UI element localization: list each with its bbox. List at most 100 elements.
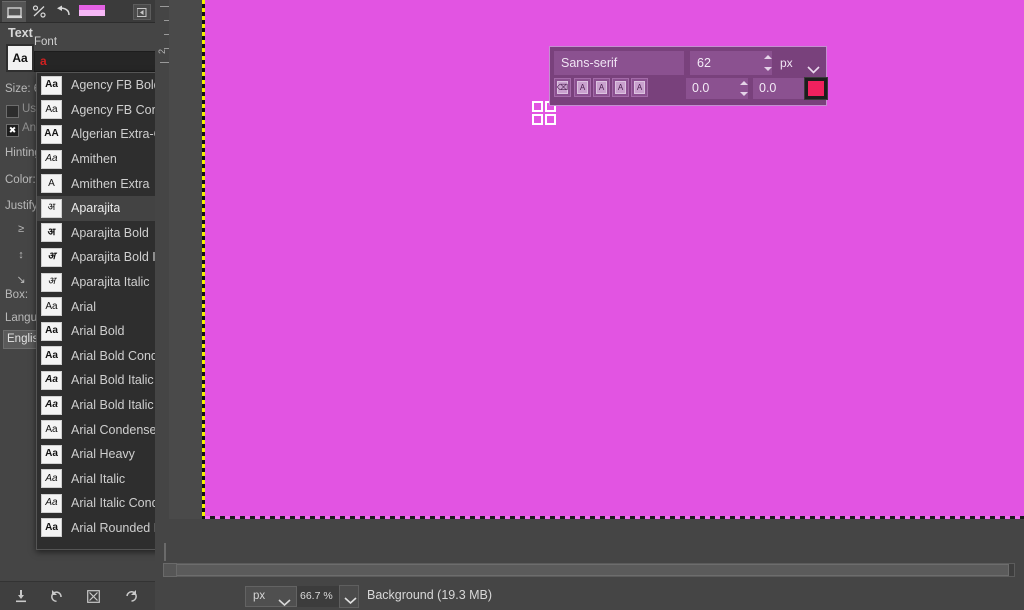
- reset-tool-options-icon[interactable]: [122, 588, 140, 604]
- font-preview-swatch: Aa: [41, 494, 62, 513]
- font-list-item-label: Arial: [71, 300, 96, 314]
- dock-bottom-bar: [0, 581, 155, 610]
- font-selector: Font a: [30, 36, 160, 72]
- status-message: Background (19.3 MB): [367, 588, 492, 602]
- font-preview-swatch: अ: [41, 248, 62, 267]
- device-status-icon: [7, 6, 22, 19]
- scrollbar-corner[interactable]: [163, 563, 177, 577]
- vertical-ruler[interactable]: 2: [155, 0, 170, 519]
- baseline-field[interactable]: 0.0: [686, 78, 748, 99]
- language-field[interactable]: Englis: [3, 330, 38, 349]
- dock-tab-bar: [0, 0, 155, 23]
- dock-menu-icon: [137, 8, 147, 17]
- vertical-scrollbar-stub[interactable]: [164, 543, 166, 561]
- antialiasing-checkbox[interactable]: ✖: [6, 124, 19, 137]
- font-preview-swatch: Aa: [41, 396, 62, 415]
- status-bar: px 66.7 % Background (19.3 MB): [155, 585, 1024, 609]
- dock-tab-device-status[interactable]: [2, 1, 26, 22]
- colormap-icon: [79, 4, 105, 18]
- canvas-edge-left: [202, 0, 205, 519]
- font-list-item-label: Amithen: [71, 152, 117, 166]
- text-font-size-field[interactable]: 62: [690, 51, 772, 75]
- text-size-unit-select[interactable]: px: [780, 51, 822, 75]
- use-editor-checkbox[interactable]: [6, 105, 19, 118]
- strikethrough-button[interactable]: A: [631, 78, 648, 97]
- font-list-item-label: Arial Bold Italic: [71, 373, 154, 387]
- italic-button[interactable]: A: [593, 78, 610, 97]
- font-preview-swatch: Aa: [41, 420, 62, 439]
- font-preview-swatch: Aa: [41, 518, 62, 537]
- image-window-bottom: px 66.7 % Background (19.3 MB): [155, 519, 1024, 609]
- font-list-item-label: Arial Heavy: [71, 447, 135, 461]
- justify-left-icon[interactable]: ≥: [14, 222, 28, 236]
- font-list-item-label: Aparajita Italic: [71, 275, 150, 289]
- restore-tool-options-icon[interactable]: [48, 588, 66, 604]
- font-search-input[interactable]: a: [34, 51, 160, 72]
- ruler-tick: [160, 6, 169, 7]
- text-toolbar-row-style: ⌫ A A A A 0.0 0.0: [554, 78, 822, 101]
- italic-icon: A: [596, 81, 607, 94]
- horizontal-scrollbar-thumb[interactable]: [164, 564, 1009, 576]
- text-color-fill: [808, 81, 824, 96]
- delete-tool-options-icon[interactable]: [84, 588, 102, 604]
- handle-square[interactable]: [545, 114, 556, 125]
- font-preview-swatch: AA: [41, 125, 62, 144]
- text-toolbar-row-font: Sans-serif 62 px: [554, 51, 822, 75]
- clear-style-button[interactable]: ⌫: [554, 78, 571, 97]
- text-color-swatch[interactable]: [804, 77, 828, 100]
- handle-square[interactable]: [532, 101, 543, 112]
- language-label: Langu: [5, 312, 37, 324]
- size-label-text: Size:: [5, 83, 31, 95]
- strikethrough-icon: A: [634, 81, 645, 94]
- font-preview-swatch: अ: [41, 199, 62, 218]
- clear-style-icon: ⌫: [557, 81, 568, 94]
- font-preview-swatch: Aa: [41, 150, 62, 169]
- on-canvas-text-toolbar[interactable]: Sans-serif 62 px ⌫ A A A A 0.0 0.0: [549, 46, 827, 106]
- font-preview-swatch: Aa: [41, 469, 62, 488]
- font-search-value: a: [40, 54, 47, 68]
- bold-button[interactable]: A: [574, 78, 591, 97]
- unit-select[interactable]: px: [245, 586, 297, 607]
- bold-icon: A: [577, 81, 588, 94]
- color-label: Color:: [5, 174, 36, 186]
- size-label: Size: 6: [5, 83, 40, 95]
- font-list-item-label: Amithen Extra: [71, 177, 150, 191]
- box-label: Box:: [5, 289, 28, 301]
- font-list-item-label: Arial Italic: [71, 472, 125, 486]
- font-preview-swatch: अ: [41, 273, 62, 292]
- font-label: Font: [34, 36, 57, 48]
- font-list-item-label: Arial Bold: [71, 324, 125, 338]
- zoom-value: 66.7 %: [300, 590, 333, 602]
- font-preview-swatch: Aa: [41, 76, 62, 95]
- ruler-tick: [160, 62, 169, 63]
- unit-value: px: [253, 590, 265, 602]
- font-preview-swatch: Aa: [41, 445, 62, 464]
- justify-label: Justify: [5, 200, 38, 212]
- line-spacing-icon[interactable]: ↕: [14, 248, 28, 262]
- text-size-unit-value: px: [780, 56, 793, 70]
- dock-tab-colormap[interactable]: [77, 1, 107, 21]
- zoom-dropdown-button[interactable]: [339, 585, 359, 608]
- baseline-stepper[interactable]: [740, 78, 751, 99]
- font-preview-swatch: A: [41, 174, 62, 193]
- font-preview-swatch: Aa: [41, 371, 62, 390]
- dock-tab-images[interactable]: [27, 1, 51, 21]
- font-list-item-label: Arial Condensed: [71, 423, 163, 437]
- text-font-family-field[interactable]: Sans-serif: [554, 51, 684, 75]
- font-preview-swatch: अ: [41, 223, 62, 242]
- font-list-item-label: Aparajita Bold: [71, 226, 149, 240]
- save-tool-options-icon[interactable]: [12, 588, 30, 604]
- handle-square[interactable]: [532, 114, 543, 125]
- ruler-label: 2: [157, 49, 167, 54]
- zoom-field[interactable]: 66.7 %: [297, 586, 339, 607]
- dock-menu-button[interactable]: [133, 4, 151, 20]
- underline-button[interactable]: A: [612, 78, 629, 97]
- letter-spacing-icon[interactable]: ↘: [14, 272, 28, 286]
- images-icon: [32, 5, 47, 18]
- chevron-down-icon: [344, 593, 357, 607]
- dock-tab-undo-history[interactable]: [52, 1, 76, 21]
- underline-icon: A: [615, 81, 626, 94]
- text-font-size-stepper[interactable]: [764, 52, 776, 74]
- font-preview-swatch: Aa: [41, 100, 62, 119]
- font-preview-swatch: Aa: [41, 322, 62, 341]
